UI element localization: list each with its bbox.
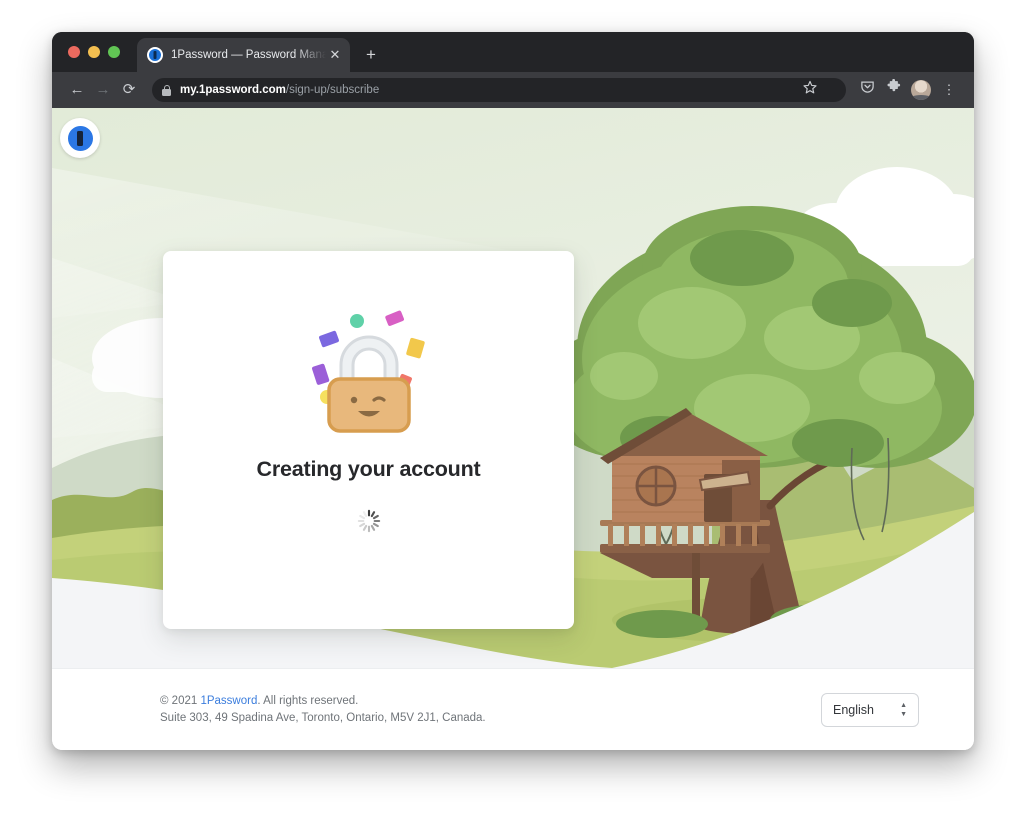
forward-button[interactable]: → [90,77,116,103]
lock-icon [162,84,171,96]
back-button[interactable]: ← [64,77,90,103]
copyright-prefix: © 2021 [160,694,201,707]
new-tab-button[interactable]: + [359,43,383,67]
address-bar[interactable]: my.1password.com /sign-up/subscribe [152,78,846,102]
profile-avatar[interactable] [911,80,931,100]
chevron-down-icon: ▼ [900,710,907,718]
language-select-value: English [833,702,874,717]
bookmark-star-icon[interactable] [798,78,822,102]
confetti-yellow [405,337,425,359]
browser-menu-icon[interactable]: ⋮ [936,77,962,103]
spinner-glyph [357,509,380,533]
star-glyph [803,80,817,94]
browser-toolbar: ← → ⟳ my.1password.com /sign-up/subscrib… [52,72,974,108]
window-traffic-lights [68,46,120,58]
confetti-purple [311,363,329,385]
browser-titlebar: 1Password — Password Manag ✕ + [52,32,974,72]
confetti-circle-green [349,314,364,328]
url-path: /sign-up/subscribe [285,84,380,96]
language-select[interactable]: English ▲ ▼ [821,692,919,727]
reload-button[interactable]: ⟳ [116,77,142,103]
tab-title: 1Password — Password Manag [171,49,326,61]
chevron-up-icon: ▲ [900,701,907,709]
1password-favicon-icon [147,47,163,63]
zoom-window-button[interactable] [108,46,120,58]
confetti-magenta [384,310,404,326]
status-card: Creating your account [163,251,574,629]
footer-text: © 2021 1Password. All rights reserved. S… [160,693,486,727]
loading-spinner [356,508,382,534]
page-title: Creating your account [256,457,481,481]
copyright-line: © 2021 1Password. All rights reserved. [160,693,486,710]
page-viewport: Creating your account © 2021 1Password. … [52,108,974,750]
minimize-window-button[interactable] [88,46,100,58]
browser-window: 1Password — Password Manag ✕ + ← → ⟳ my.… [52,32,974,750]
address-line: Suite 303, 49 Spadina Ave, Toronto, Onta… [160,711,486,724]
1password-logo-circle [64,122,96,154]
padlock-body [326,377,411,433]
confetti-indigo [318,330,339,348]
support-post [692,553,700,623]
1password-logo[interactable] [60,118,100,158]
pocket-glyph [860,81,874,93]
close-window-button[interactable] [68,46,80,58]
close-tab-icon[interactable]: ✕ [326,46,344,64]
browser-tab[interactable]: 1Password — Password Manag ✕ [137,38,350,72]
copyright-suffix: . All rights reserved. [257,694,359,707]
page-footer: © 2021 1Password. All rights reserved. S… [52,668,974,750]
padlock-confetti-illustration [311,310,425,433]
1password-link[interactable]: 1Password [200,695,257,707]
extensions-puzzle-icon[interactable] [880,77,906,103]
1password-logo-keyhole [77,130,83,146]
url-host: my.1password.com [180,84,286,96]
pocket-icon[interactable] [854,77,880,103]
chevron-updown-icon: ▲ ▼ [900,702,907,718]
puzzle-glyph [887,78,900,92]
padlock-left-eye [350,396,357,404]
